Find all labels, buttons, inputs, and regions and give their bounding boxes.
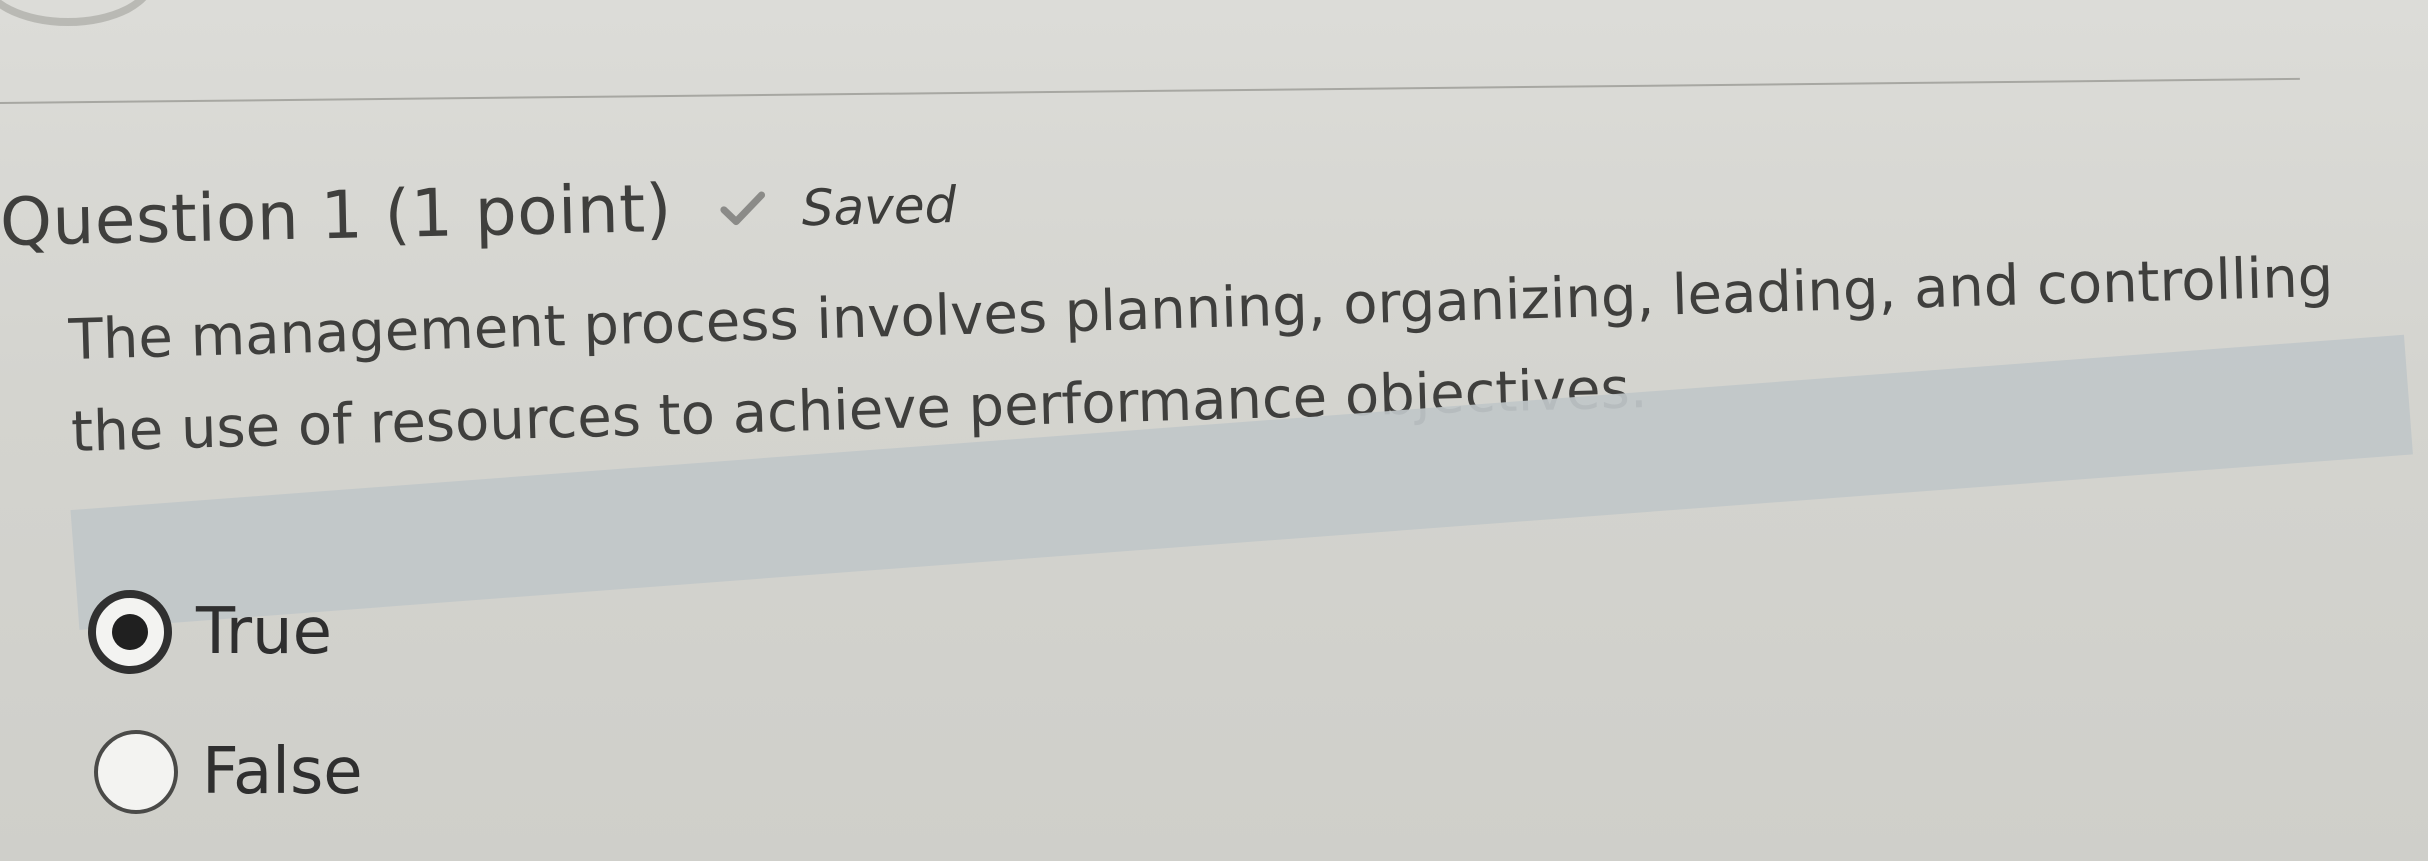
answer-option-false[interactable]: False xyxy=(94,730,363,814)
radio-selected-icon[interactable] xyxy=(88,590,172,674)
answer-option-true[interactable]: True xyxy=(88,590,332,674)
answer-label-false: False xyxy=(202,735,363,809)
answer-label-true: True xyxy=(196,595,332,669)
quiz-question-page: Question 1 (1 point) Saved The managemen… xyxy=(0,0,2428,861)
selected-answer-highlight xyxy=(70,334,2413,630)
answer-options: True False xyxy=(0,0,2428,861)
radio-unselected-icon[interactable] xyxy=(94,730,178,814)
radio-dot xyxy=(112,614,148,650)
